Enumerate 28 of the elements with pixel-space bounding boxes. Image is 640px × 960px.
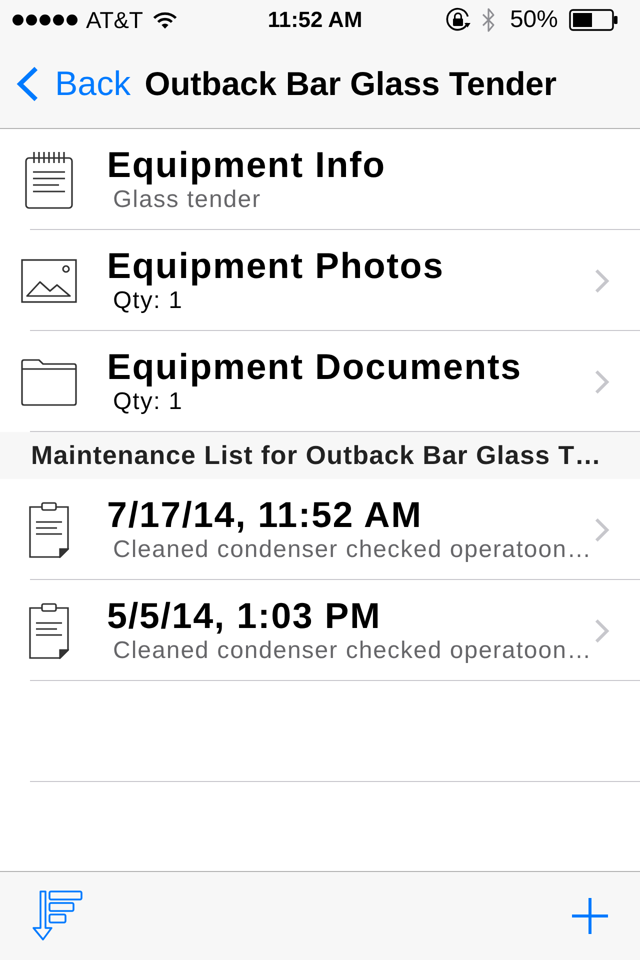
- clock-time: 11:52 AM: [268, 7, 362, 33]
- record-date: 7/17/14, 11:52 AM: [107, 494, 424, 536]
- notepad-icon: [25, 150, 73, 208]
- row-title: Equipment Info: [107, 144, 387, 186]
- image-icon: [21, 258, 77, 302]
- clipboard-icon: [29, 602, 69, 658]
- battery-percentage: 50%: [510, 6, 558, 34]
- back-chevron-icon[interactable]: [16, 66, 40, 102]
- row-title: Equipment Photos: [107, 244, 446, 286]
- wifi-icon: [153, 11, 178, 29]
- record-date: 5/5/14, 1:03 PM: [107, 594, 382, 636]
- battery-icon: [569, 9, 618, 31]
- record-notes: Cleaned condenser checked operatoon…: [113, 536, 593, 564]
- screen-title: Outback Bar Glass Tender: [144, 65, 557, 103]
- row-subtitle: Glass tender: [113, 186, 262, 214]
- folder-icon: [21, 358, 77, 406]
- add-icon[interactable]: [572, 898, 608, 934]
- row-subtitle: Qty: 1: [113, 286, 184, 314]
- carrier-name: AT&T: [86, 6, 144, 34]
- bluetooth-icon: [482, 7, 495, 33]
- section-header: Maintenance List for Outback Bar Glass T…: [0, 432, 640, 479]
- record-notes: Cleaned condenser checked operatoon…: [113, 636, 593, 664]
- row-title: Equipment Documents: [107, 346, 523, 388]
- signal-strength-icon: [12, 14, 78, 26]
- back-button[interactable]: Back: [16, 64, 131, 104]
- rotation-lock-icon: [444, 7, 471, 33]
- clipboard-icon: [29, 502, 69, 558]
- row-subtitle: Qty: 1: [113, 388, 184, 416]
